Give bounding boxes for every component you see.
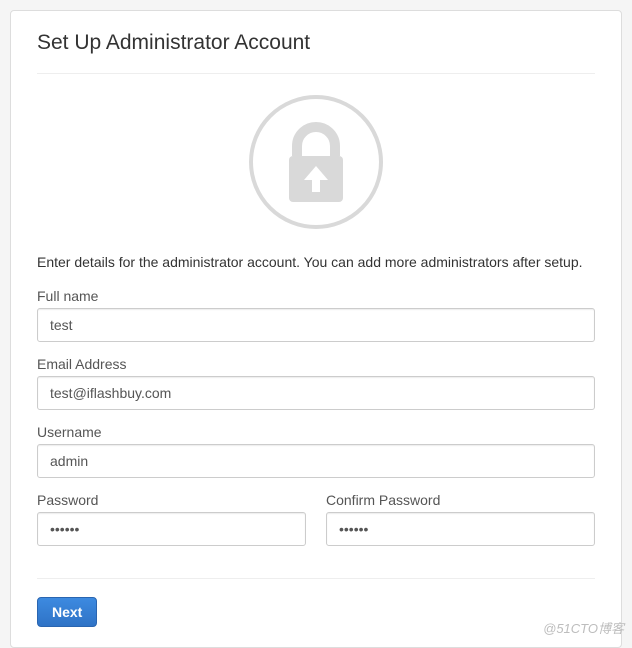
confirm-password-input[interactable] — [326, 512, 595, 546]
confirm-password-label: Confirm Password — [326, 492, 595, 508]
page-title: Set Up Administrator Account — [37, 31, 595, 55]
username-input[interactable] — [37, 444, 595, 478]
fullname-label: Full name — [37, 288, 595, 304]
password-label: Password — [37, 492, 306, 508]
instructions-text: Enter details for the administrator acco… — [37, 254, 595, 270]
fullname-input[interactable] — [37, 308, 595, 342]
watermark-text: @51CTO博客 — [543, 618, 624, 637]
lock-icon — [248, 94, 384, 230]
divider-bottom — [37, 578, 595, 579]
setup-panel: Set Up Administrator Account Enter detai… — [10, 10, 622, 648]
divider-top — [37, 73, 595, 74]
username-label: Username — [37, 424, 595, 440]
email-label: Email Address — [37, 356, 595, 372]
next-button[interactable]: Next — [37, 597, 97, 627]
password-input[interactable] — [37, 512, 306, 546]
lock-illustration — [37, 94, 595, 230]
email-input[interactable] — [37, 376, 595, 410]
